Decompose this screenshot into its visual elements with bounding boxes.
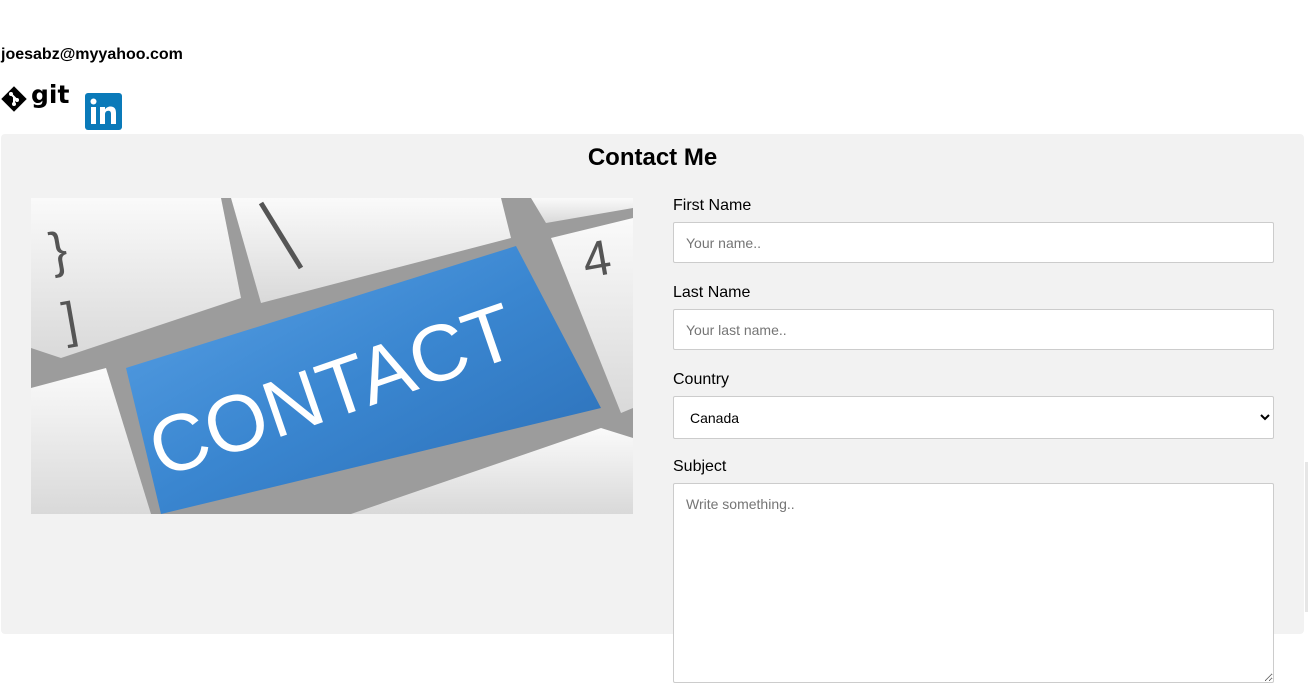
contact-keyboard-image: } ] 4 CONTACT xyxy=(31,198,633,514)
git-icon xyxy=(1,86,27,112)
git-link[interactable]: git xyxy=(1,80,71,114)
contact-title: Contact Me xyxy=(587,144,718,171)
country-select[interactable]: Canada xyxy=(673,396,1274,439)
email-address: joesabz@myyahoo.com xyxy=(1,46,183,63)
last-name-label: Last Name xyxy=(673,284,751,301)
subject-textarea[interactable] xyxy=(673,483,1274,683)
country-label: Country xyxy=(673,371,730,388)
linkedin-icon[interactable] xyxy=(85,93,122,130)
git-label: git xyxy=(31,80,70,109)
first-name-label: First Name xyxy=(673,197,752,214)
contact-form: First Name Last Name Country Canada Subj… xyxy=(673,196,1275,683)
subject-label: Subject xyxy=(673,458,727,475)
first-name-input[interactable] xyxy=(673,222,1274,263)
last-name-input[interactable] xyxy=(673,309,1274,350)
contact-section: Contact Me } ] 4 CONTACT First Name Your… xyxy=(1,134,1304,683)
